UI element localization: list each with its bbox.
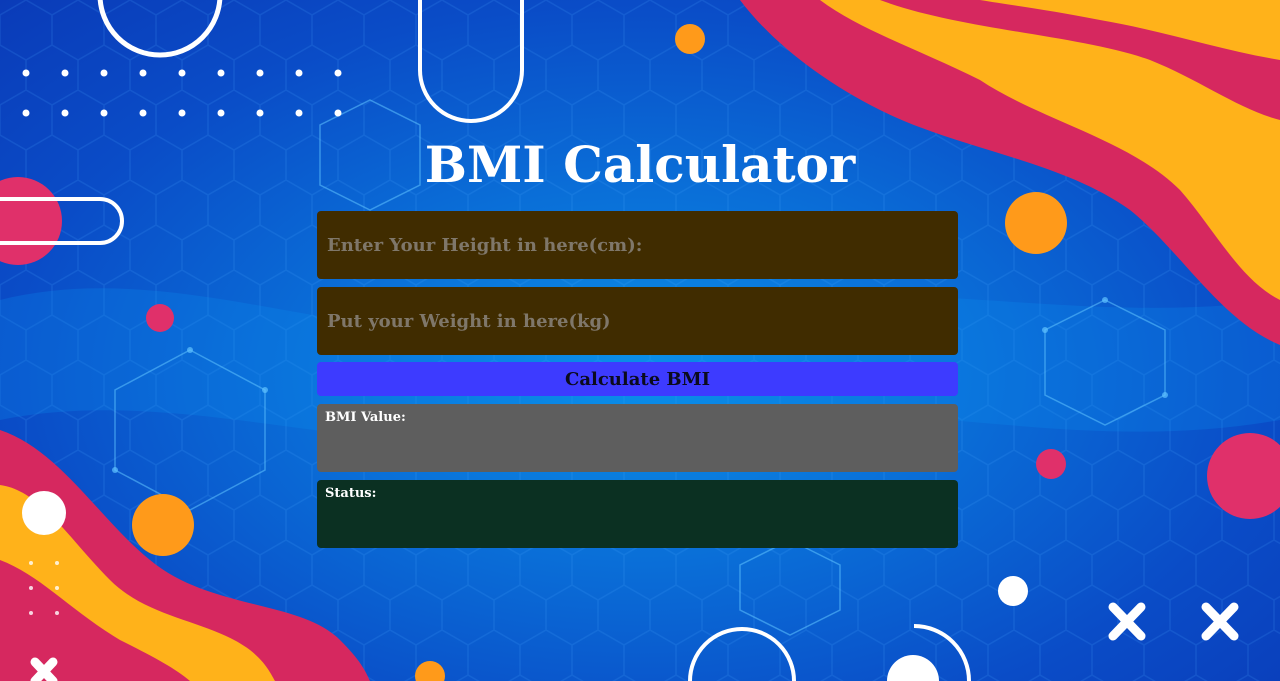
status-label: Status: [325, 486, 377, 501]
calculate-bmi-button[interactable]: Calculate BMI [317, 362, 958, 396]
page-title: BMI Calculator [424, 135, 856, 194]
bmi-value-panel: BMI Value: [317, 404, 958, 472]
status-panel: Status: [317, 480, 958, 548]
height-input[interactable] [317, 211, 958, 279]
bmi-value-label: BMI Value: [325, 410, 406, 425]
weight-input[interactable] [317, 287, 958, 355]
